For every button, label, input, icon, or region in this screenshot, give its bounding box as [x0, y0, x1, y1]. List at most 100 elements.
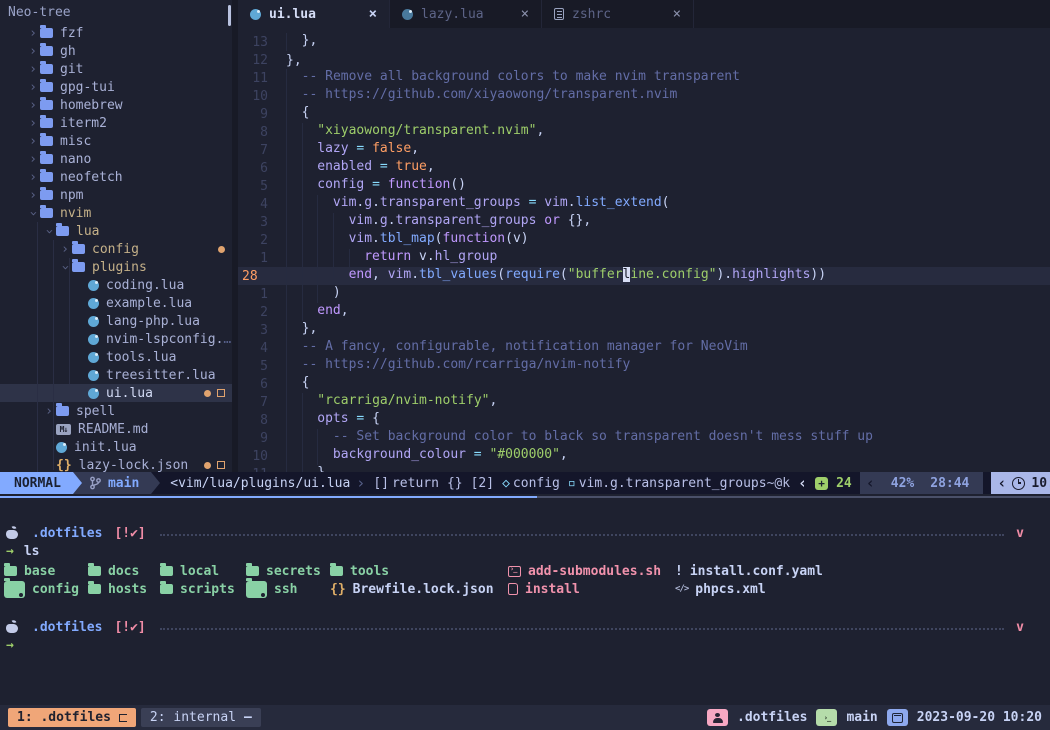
chevron-left-icon: ‹	[997, 474, 1006, 492]
indent-guide	[286, 231, 302, 249]
code-line[interactable]: 4vim.g.transparent_groups = vim.list_ext…	[238, 195, 1050, 213]
code-line-text: )	[272, 285, 341, 303]
tree-item-fzf[interactable]: ›fzf	[0, 24, 232, 42]
tree-item-init.lua[interactable]: init.lua	[0, 438, 232, 456]
code-token: g	[364, 195, 372, 210]
code-token: (	[662, 195, 670, 210]
tree-item-example.lua[interactable]: example.lua	[0, 294, 232, 312]
code-line[interactable]: 5config = function()	[238, 177, 1050, 195]
code-token: {	[302, 105, 310, 120]
code-token: =	[372, 159, 395, 174]
close-icon[interactable]: ×	[369, 6, 377, 22]
tree-item-tools.lua[interactable]: tools.lua	[0, 348, 232, 366]
folder-icon	[40, 172, 53, 182]
code-token: )	[333, 285, 341, 300]
current-line-number: 28	[238, 269, 272, 284]
tab-zshrc[interactable]: zshrc×	[542, 0, 694, 28]
code-line[interactable]: 10background_colour = "#000000",	[238, 447, 1050, 465]
code-token: (	[435, 231, 443, 246]
indent-guide	[286, 267, 302, 285]
code-line[interactable]: 3vim.g.transparent_groups or {},	[238, 213, 1050, 231]
code-line[interactable]: 4-- A fancy, configurable, notification …	[238, 339, 1050, 357]
term-icon	[508, 566, 521, 577]
tree-item-misc[interactable]: ›misc	[0, 132, 232, 150]
tree-item-nano[interactable]: ›nano	[0, 150, 232, 168]
tree-item-npm[interactable]: ›npm	[0, 186, 232, 204]
neotree-scrollbar[interactable]	[228, 5, 231, 26]
code-editor[interactable]: 13},12},11-- Remove all background color…	[238, 28, 1050, 472]
tree-item-spell[interactable]: ›spell	[0, 402, 232, 420]
code-line[interactable]: 1return v.hl_group	[238, 249, 1050, 267]
close-icon[interactable]: ×	[521, 6, 529, 22]
code-line[interactable]: 6enabled = true,	[238, 159, 1050, 177]
filedoc-icon	[508, 583, 518, 595]
tree-item-lang-php.lua[interactable]: lang-php.lua	[0, 312, 232, 330]
close-icon[interactable]: ×	[673, 6, 681, 22]
ls-entry-label: config	[32, 582, 79, 597]
shell-pane[interactable]: .dotfiles [!✔] v → ls baseconfigdocshost…	[0, 502, 1050, 705]
tmux-window-1[interactable]: 1: .dotfiles	[8, 708, 136, 727]
scroll-percent: 42%	[891, 476, 914, 491]
folder-icon	[160, 584, 173, 594]
code-line[interactable]: 2vim.tbl_map(function(v)	[238, 231, 1050, 249]
code-line[interactable]: 28end, vim.tbl_values(require("bufferlin…	[238, 267, 1050, 285]
tree-item-iterm2[interactable]: ›iterm2	[0, 114, 232, 132]
indent-guide	[286, 69, 302, 87]
tree-item-label: config	[92, 242, 139, 257]
tree-item-plugins[interactable]: ›plugins	[0, 258, 232, 276]
tree-item-label: ui.lua	[106, 386, 153, 401]
code-line[interactable]: 7lazy = false,	[238, 141, 1050, 159]
tmux-pane-border[interactable]	[0, 494, 1050, 502]
tree-item-gpg-tui[interactable]: ›gpg-tui	[0, 78, 232, 96]
chevron-left-icon: ‹	[866, 474, 875, 492]
code-line[interactable]: 6{	[238, 375, 1050, 393]
code-line[interactable]: 11},	[238, 465, 1050, 472]
code-line[interactable]: 12},	[238, 51, 1050, 69]
code-line[interactable]: 8opts = {	[238, 411, 1050, 429]
code-line[interactable]: 11-- Remove all background colors to mak…	[238, 69, 1050, 87]
tree-item-label: misc	[60, 134, 91, 149]
tree-item-neofetch[interactable]: ›neofetch	[0, 168, 232, 186]
tree-item-ui.lua[interactable]: ui.lua	[0, 384, 232, 402]
tree-item-nvim[interactable]: ›nvim	[0, 204, 232, 222]
tree-item-git[interactable]: ›git	[0, 60, 232, 78]
code-line[interactable]: 5-- https://github.com/rcarriga/nvim-not…	[238, 357, 1050, 375]
tree-item-lazy-lock.json[interactable]: lazy-lock.json	[0, 456, 232, 474]
folder-icon	[40, 82, 53, 92]
code-line[interactable]: 2end,	[238, 303, 1050, 321]
tree-item-coding.lua[interactable]: coding.lua	[0, 276, 232, 294]
line-number: 13	[238, 35, 272, 50]
cursor-position: 28:44	[930, 476, 969, 491]
git-untracked-icon	[217, 461, 225, 469]
code-line[interactable]: 7"rcarriga/nvim-notify",	[238, 393, 1050, 411]
tmux-window-2[interactable]: 2: internal	[141, 708, 261, 727]
git-branch-segment: main	[82, 472, 151, 494]
code-line[interactable]: 9-- Set background color to black so tra…	[238, 429, 1050, 447]
tree-item-README.md[interactable]: README.md	[0, 420, 232, 438]
code-line[interactable]: 3},	[238, 321, 1050, 339]
tab-ui.lua[interactable]: ui.lua×	[238, 0, 390, 28]
code-token: function	[443, 231, 506, 246]
code-line[interactable]: 8"xiyaowong/transparent.nvim",	[238, 123, 1050, 141]
code-line[interactable]: 10-- https://github.com/xiyaowong/transp…	[238, 87, 1050, 105]
tree-item-gh[interactable]: ›gh	[0, 42, 232, 60]
tree-item-homebrew[interactable]: ›homebrew	[0, 96, 232, 114]
code-line-text: "rcarriga/nvim-notify",	[272, 393, 497, 411]
code-line[interactable]: 13},	[238, 33, 1050, 51]
code-line-text: "xiyaowong/transparent.nvim",	[272, 123, 544, 141]
chevron-left-icon: ‹	[798, 474, 807, 492]
tree-item-treesitter.lua[interactable]: treesitter.lua	[0, 366, 232, 384]
prompt-cwd: .dotfiles	[32, 526, 102, 541]
folder-badge-icon	[4, 581, 25, 598]
indent-guide	[302, 393, 318, 411]
code-line[interactable]: 1)	[238, 285, 1050, 303]
command-line-empty[interactable]: →	[4, 636, 1046, 654]
ls-column: localscripts	[160, 562, 246, 598]
tree-item-nvim-lspconfig.[interactable]: nvim-lspconfig.…	[0, 330, 232, 348]
tree-item-lua[interactable]: ›lua	[0, 222, 232, 240]
tab-lazy.lua[interactable]: lazy.lua×	[390, 0, 542, 28]
tree-item-config[interactable]: ›config	[0, 240, 232, 258]
code-line[interactable]: 9{	[238, 105, 1050, 123]
command-line: → ls	[4, 542, 1046, 560]
code-token: opts	[317, 411, 348, 426]
